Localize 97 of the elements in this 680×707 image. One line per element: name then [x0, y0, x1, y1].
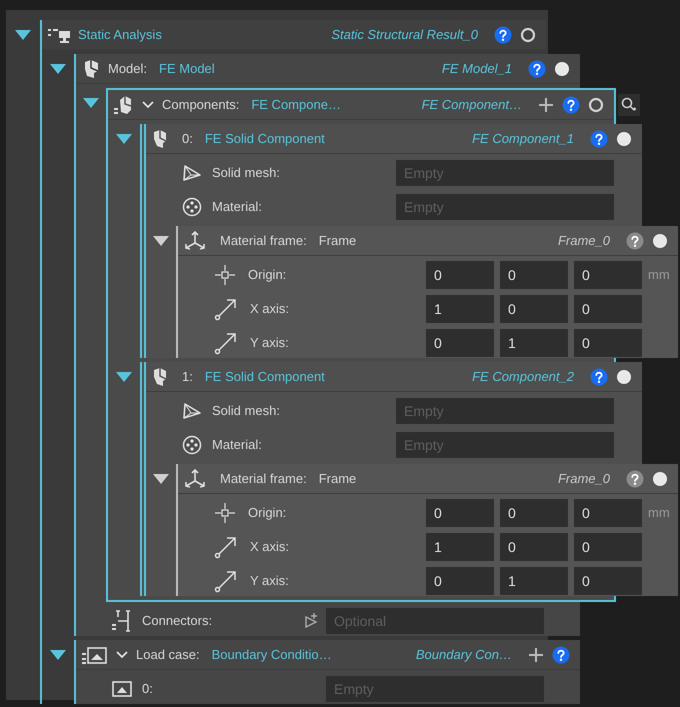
field-label: Material:	[212, 198, 262, 216]
number-field[interactable]: 0	[574, 261, 642, 289]
instance-name: Frame_0	[558, 470, 610, 488]
instance-name: FE Component…	[422, 96, 522, 114]
node-value: FE Compone…	[251, 96, 341, 114]
image-icon	[112, 681, 132, 697]
node-label: Material frame:	[220, 232, 307, 250]
arrow-line-icon	[214, 331, 238, 355]
number-field[interactable]: 0	[574, 533, 642, 561]
image-list-icon	[82, 644, 108, 664]
number-field[interactable]: 0	[500, 533, 568, 561]
search-icon	[621, 97, 637, 113]
help-icon[interactable]	[494, 26, 512, 44]
collapse-triangle-icon[interactable]	[49, 63, 67, 75]
plus-icon[interactable]	[528, 646, 544, 662]
field-label: Solid mesh:	[212, 402, 280, 420]
collapse-triangle-icon[interactable]	[49, 649, 67, 661]
crosshair-icon	[214, 502, 236, 524]
collapse-triangle-icon[interactable]	[152, 473, 170, 485]
unit-label: mm	[648, 504, 670, 522]
field-label: Material:	[212, 436, 262, 454]
number-field[interactable]: 1	[500, 567, 568, 595]
field-label: Y axis:	[250, 334, 289, 352]
field-label: Y axis:	[250, 572, 289, 590]
instance-name: FE Component_1	[472, 130, 574, 148]
collapse-triangle-icon[interactable]	[115, 371, 133, 383]
triangle-mesh-icon	[182, 402, 202, 420]
chevron-down-icon[interactable]	[142, 100, 154, 108]
triangle-mesh-icon	[182, 164, 202, 182]
part-icon	[152, 366, 168, 386]
collapse-triangle-icon[interactable]	[82, 97, 100, 109]
field-label: X axis:	[250, 300, 290, 318]
node-label: Components:	[162, 96, 240, 114]
node-value: FE Solid Component	[204, 130, 325, 148]
axes-icon	[184, 230, 206, 252]
number-field[interactable]: 0	[426, 499, 494, 527]
node-value: Frame	[318, 232, 356, 250]
node-value: FE Solid Component	[204, 368, 325, 386]
help-icon[interactable]	[562, 96, 580, 114]
list-monitor-icon	[48, 26, 70, 42]
unit-label: mm	[648, 266, 670, 284]
node-label: Load case:	[136, 646, 200, 664]
number-field[interactable]: 0	[574, 567, 642, 595]
node-label: Static Analysis	[78, 26, 162, 44]
number-field[interactable]: 0	[574, 329, 642, 357]
field-label: 0:	[142, 680, 153, 698]
arrow-line-icon	[214, 569, 238, 593]
part-icon	[82, 58, 100, 78]
crosshair-icon	[214, 264, 236, 286]
dotted-circle-icon	[182, 197, 202, 217]
field-label: Solid mesh:	[212, 164, 280, 182]
arrow-line-icon	[214, 297, 238, 321]
number-field[interactable]: 0	[426, 567, 494, 595]
instance-name: Frame_0	[558, 232, 610, 250]
field-label: Connectors:	[142, 612, 212, 630]
instance-name: Static Structural Result_0	[331, 26, 478, 44]
collapse-triangle-icon[interactable]	[14, 29, 32, 41]
help-icon[interactable]	[552, 646, 570, 664]
number-field[interactable]: 1	[426, 533, 494, 561]
help-icon[interactable]	[528, 60, 546, 78]
node-label: Material frame:	[220, 470, 307, 488]
number-field[interactable]: 0	[500, 261, 568, 289]
node-value: FE Model	[159, 60, 215, 78]
field-label: Origin:	[248, 266, 286, 284]
connector-icon	[112, 609, 132, 633]
node-label: Model:	[108, 60, 148, 78]
node-value: Boundary Conditio…	[212, 646, 332, 664]
chevron-down-icon[interactable]	[116, 650, 128, 658]
node-value: Frame	[318, 470, 356, 488]
help-icon[interactable]	[626, 470, 644, 488]
node-label: 0:	[182, 130, 193, 148]
field-label: Origin:	[248, 504, 286, 522]
field-label: X axis:	[250, 538, 290, 556]
number-field[interactable]: 0	[574, 295, 642, 323]
zoom-button[interactable]	[618, 94, 640, 116]
number-field[interactable]: 0	[574, 499, 642, 527]
instance-name: FE Model_1	[442, 60, 512, 78]
instance-name: FE Component_2	[472, 368, 574, 386]
axes-icon	[184, 468, 206, 490]
number-field[interactable]: 1	[500, 329, 568, 357]
arrow-line-icon	[214, 535, 238, 559]
part-icon	[152, 128, 168, 148]
number-field[interactable]: 1	[426, 295, 494, 323]
dotted-circle-icon	[182, 435, 202, 455]
number-field[interactable]: 0	[500, 499, 568, 527]
number-field[interactable]: 0	[500, 295, 568, 323]
hand-parts-icon	[114, 94, 134, 116]
instance-name: Boundary Con…	[416, 646, 512, 664]
number-field[interactable]: 0	[426, 261, 494, 289]
help-icon[interactable]	[590, 368, 608, 386]
collapse-triangle-icon[interactable]	[152, 235, 170, 247]
help-icon[interactable]	[590, 130, 608, 148]
number-field[interactable]: 0	[426, 329, 494, 357]
node-label: 1:	[182, 368, 193, 386]
collapse-triangle-icon[interactable]	[115, 133, 133, 145]
plus-icon[interactable]	[538, 96, 554, 112]
help-icon[interactable]	[626, 232, 644, 250]
